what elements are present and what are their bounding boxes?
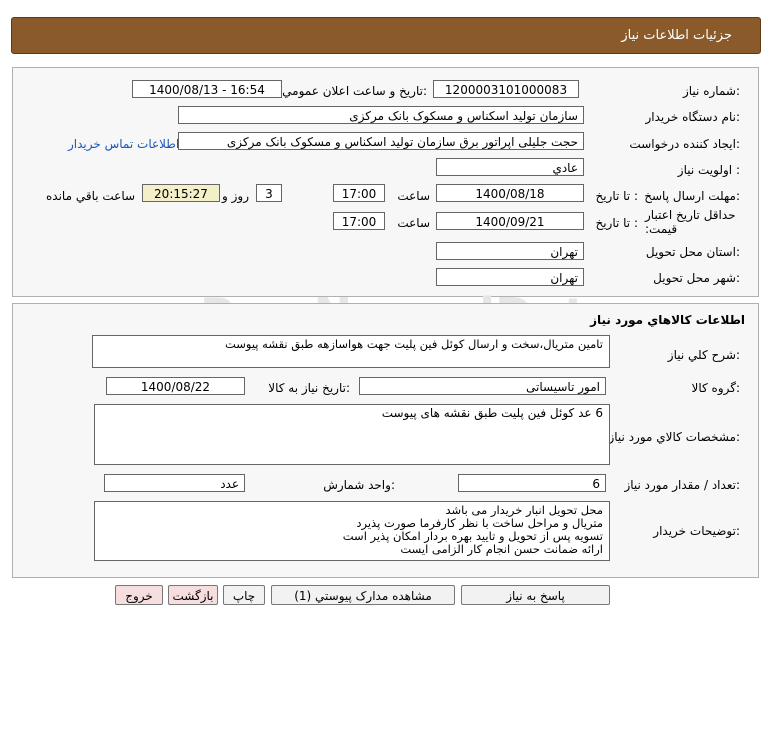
note-line: ارائه ضمانت حسن انجام کار الزامی ایست (400, 542, 603, 556)
buyer-org-label: نام دستگاه خريدار: (645, 110, 741, 124)
specs-label: مشخصات كالاي مورد نياز: (608, 430, 740, 444)
deadline-to-date-label: تا تاريخ : (595, 189, 638, 203)
group-label: گروه كالا: (691, 381, 741, 395)
days-field: 3 (256, 184, 282, 202)
summary-label: شرح كلي نياز: (667, 348, 740, 362)
remaining-label: ساعت باقي مانده (46, 189, 136, 203)
unit-field: عدد (104, 474, 245, 492)
deadline-time-label: ساعت (397, 189, 430, 203)
need-number-field: 1200003101000083 (433, 80, 579, 98)
page-title: جزئيات اطلاعات نياز (621, 28, 732, 43)
city-field: تهران (436, 268, 584, 286)
province-field: تهران (436, 242, 584, 260)
validity-time-label: ساعت (397, 216, 430, 230)
page-header: جزئيات اطلاعات نياز (11, 17, 761, 54)
qty-field: 6 (458, 474, 606, 492)
notes-label: توضيحات خريدار: (653, 524, 740, 538)
specs-field: 6 عد کوئل فین پلیت طبق نقشه های پیوست (94, 404, 610, 465)
announce-field: 1400/08/13 - 16:54 (132, 80, 282, 98)
need-date-label: تاريخ نياز به كالا: (268, 381, 350, 395)
unit-label: واحد شمارش: (323, 478, 395, 492)
buyer-contact-link[interactable]: اطلاعات تماس خريدار (68, 137, 179, 151)
city-label: شهر محل تحويل: (653, 271, 740, 285)
priority-label: اولويت نياز : (677, 163, 740, 177)
reply-button[interactable]: پاسخ به نياز (461, 585, 610, 605)
validity-label: حداقل تاريخ اعتبار قيمت: (645, 208, 736, 236)
back-button[interactable]: بازگشت (168, 585, 218, 605)
deadline-label: مهلت ارسال پاسخ: (644, 189, 740, 203)
attachments-button[interactable]: مشاهده مدارک پيوستي (1) (271, 585, 455, 605)
days-suffix: روز و (222, 189, 249, 203)
exit-button[interactable]: خروج (115, 585, 163, 605)
deadline-time-field: 17:00 (333, 184, 385, 202)
deadline-date-field: 1400/08/18 (436, 184, 584, 202)
requester-field: حجت جلیلی اپراتور برق سازمان توليد اسكنا… (178, 132, 584, 150)
validity-date-field: 1400/09/21 (436, 212, 584, 230)
goods-section-title: اطلاعات كالاهاي مورد نياز (590, 313, 745, 327)
validity-time-field: 17:00 (333, 212, 385, 230)
announce-label: تاريخ و ساعت اعلان عمومي: (282, 84, 427, 98)
buyer-org-field: سازمان توليد اسكناس و مسكوک بانک مرکزی (178, 106, 584, 124)
need-number-label: شماره نياز: (682, 84, 740, 98)
validity-to-date-label: تا تاريخ : (595, 216, 638, 230)
need-date-field: 1400/08/22 (106, 377, 245, 395)
province-label: استان محل تحويل: (645, 245, 740, 259)
remaining-time-field: 20:15:27 (142, 184, 220, 202)
notes-field: محل تحویل انبار خریدار می باشد متریال و … (94, 501, 610, 561)
qty-label: تعداد / مقدار مورد نياز: (624, 478, 740, 492)
group-field: امور تاسیساتی (359, 377, 606, 395)
priority-field: عادي (436, 158, 584, 176)
print-button[interactable]: چاپ (223, 585, 265, 605)
summary-field: تامین متریال،سخت و ارسال کوئل فین پلیت ج… (92, 335, 610, 368)
info-panel (12, 67, 759, 297)
requester-label: ايجاد كننده درخواست: (629, 137, 740, 151)
